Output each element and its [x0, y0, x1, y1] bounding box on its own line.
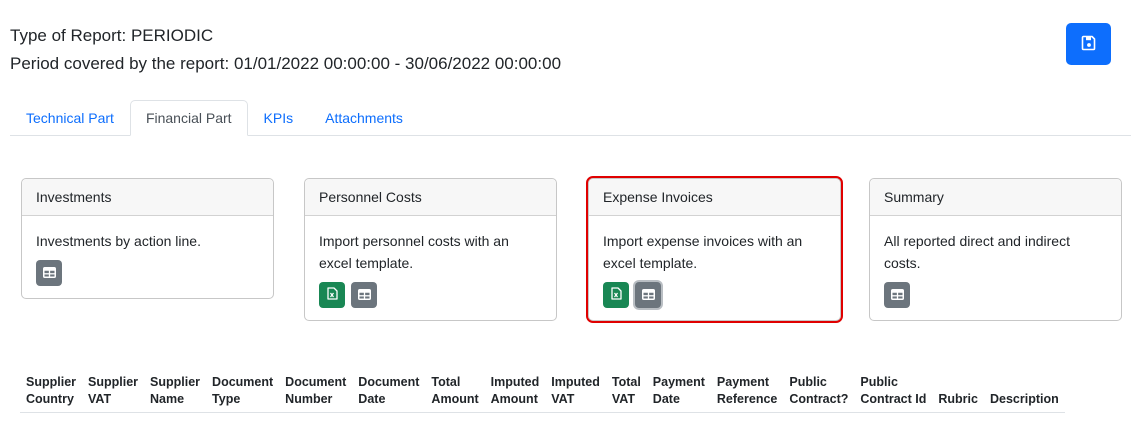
card-title: Expense Invoices	[589, 179, 840, 216]
table-icon	[42, 266, 56, 281]
card-description: Import expense invoices with an excel te…	[603, 233, 803, 271]
report-type-title: Type of Report: PERIODIC	[10, 26, 214, 45]
column-header[interactable]: Imputed VAT	[545, 372, 606, 413]
view-table-button[interactable]	[351, 282, 377, 308]
column-header[interactable]: Supplier Country	[20, 372, 83, 413]
column-header[interactable]: Document Number	[279, 372, 353, 413]
column-header[interactable]: Payment Date	[646, 372, 711, 413]
column-header[interactable]: Total Amount	[425, 372, 485, 413]
table-header-row: Supplier Country Supplier VAT Supplier Name…	[20, 372, 1065, 413]
expense-invoices-table: Supplier Country Supplier VAT Supplier Name…	[20, 372, 1065, 413]
report-tabs: Technical Part Financial Part KPIs Attac…	[10, 100, 1131, 136]
column-header[interactable]: Description	[983, 372, 1065, 413]
excel-file-icon	[610, 287, 622, 303]
excel-file-icon	[326, 287, 338, 303]
card-title: Investments	[22, 179, 273, 216]
column-header[interactable]: Payment Reference	[710, 372, 784, 413]
card-title: Personnel Costs	[305, 179, 556, 216]
column-header[interactable]: Imputed Amount	[484, 372, 546, 413]
column-header[interactable]: Public Contract Id	[854, 372, 933, 413]
report-header: Type of Report: PERIODIC Period covered …	[10, 22, 561, 78]
tab-technical-part[interactable]: Technical Part	[10, 100, 130, 136]
table-icon	[641, 288, 655, 303]
card-summary: Summary All reported direct and indirect…	[869, 178, 1122, 321]
card-description: Investments by action line.	[36, 233, 201, 249]
save-button[interactable]	[1066, 23, 1111, 65]
view-table-button[interactable]	[36, 260, 62, 286]
tab-financial-part[interactable]: Financial Part	[129, 100, 248, 136]
view-table-button[interactable]	[884, 282, 910, 308]
card-investments: Investments Investments by action line.	[21, 178, 274, 299]
card-description: All reported direct and indirect costs.	[884, 233, 1070, 271]
table-icon	[890, 288, 904, 303]
import-excel-button[interactable]	[319, 282, 345, 308]
card-description: Import personnel costs with an excel tem…	[319, 233, 509, 271]
card-personnel-costs: Personnel Costs Import personnel costs w…	[304, 178, 557, 321]
card-expense-invoices: Expense Invoices Import expense invoices…	[586, 176, 843, 323]
view-table-button[interactable]	[635, 282, 661, 308]
import-excel-button[interactable]	[603, 282, 629, 308]
tab-attachments[interactable]: Attachments	[309, 100, 419, 136]
column-header[interactable]: Document Date	[352, 372, 426, 413]
column-header[interactable]: Public Contract?	[783, 372, 855, 413]
column-header[interactable]: Document Type	[206, 372, 280, 413]
table-icon	[357, 288, 371, 303]
column-header[interactable]: Supplier VAT	[82, 372, 145, 413]
column-header[interactable]: Rubric	[932, 372, 984, 413]
tab-kpis[interactable]: KPIs	[248, 100, 310, 136]
column-header[interactable]: Supplier Name	[144, 372, 207, 413]
floppy-disk-icon	[1081, 35, 1097, 54]
card-title: Summary	[870, 179, 1121, 216]
report-period-title: Period covered by the report: 01/01/2022…	[10, 54, 562, 73]
column-header[interactable]: Total VAT	[605, 372, 647, 413]
